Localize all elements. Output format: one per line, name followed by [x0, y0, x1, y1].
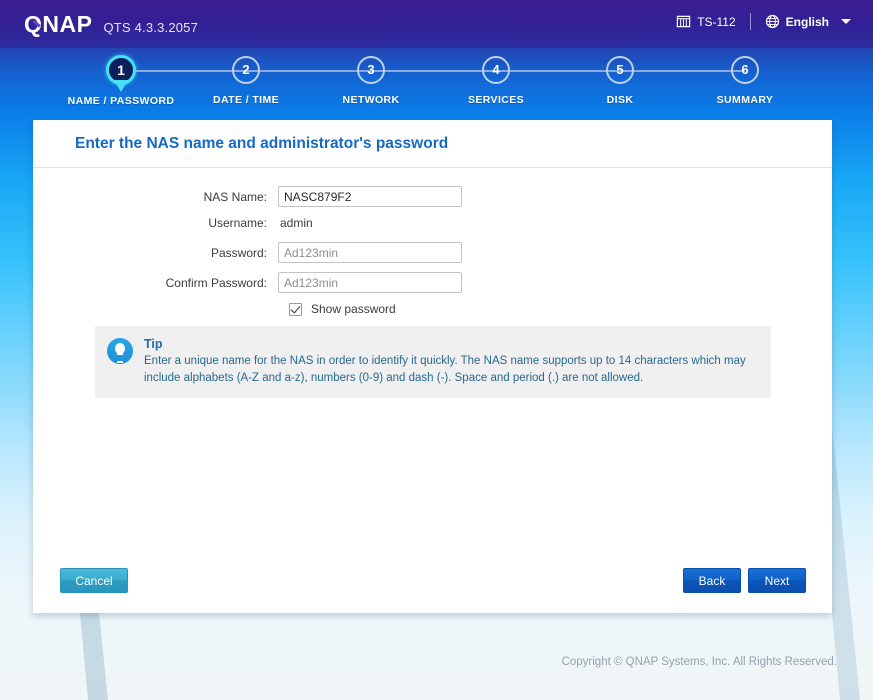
- next-button[interactable]: Next: [748, 568, 806, 593]
- header-right-controls: TS-112 English: [676, 13, 851, 30]
- confirm-password-input[interactable]: [278, 272, 462, 293]
- app-header: QNAP QTS 4.3.3.2057 TS-112 English: [0, 0, 873, 48]
- step-number-badge: 1: [106, 55, 136, 92]
- tip-callout: Tip Enter a unique name for the NAS in o…: [95, 326, 771, 399]
- show-password-label: Show password: [311, 302, 396, 316]
- step-label: SUMMARY: [716, 94, 774, 106]
- username-label: Username:: [208, 216, 267, 230]
- copyright-text: Copyright © QNAP Systems, Inc. All Right…: [561, 656, 837, 668]
- step-label: NETWORK: [342, 94, 400, 106]
- step-number-badge: 6: [731, 56, 759, 84]
- chevron-down-icon: [841, 19, 851, 24]
- qts-version-label: QTS 4.3.3.2057: [103, 20, 199, 35]
- header-divider: [749, 13, 751, 30]
- nas-model-indicator: TS-112: [676, 14, 736, 29]
- step-number-badge: 5: [606, 56, 634, 84]
- qnap-logo: QNAP: [24, 13, 92, 36]
- brand-area: QNAP QTS 4.3.3.2057: [24, 13, 198, 36]
- password-label: Password:: [210, 245, 267, 260]
- nas-name-row: NAS Name:: [33, 186, 832, 207]
- password-input[interactable]: [278, 242, 462, 263]
- step-number-badge: 2: [232, 56, 260, 84]
- username-value: admin: [280, 216, 313, 230]
- step-network[interactable]: 3 NETWORK: [306, 48, 436, 106]
- password-row: Password:: [33, 242, 832, 263]
- show-password-checkbox[interactable]: [289, 302, 302, 316]
- nav-button-group: Back Next: [683, 568, 806, 593]
- nas-name-label: NAS Name:: [203, 189, 267, 204]
- step-number-badge: 3: [357, 56, 385, 84]
- step-name-password[interactable]: 1 NAME / PASSWORD: [56, 48, 186, 107]
- setup-stepper: 1 NAME / PASSWORD 2 DATE / TIME 3 NETWOR…: [0, 48, 873, 120]
- globe-icon: [765, 14, 779, 29]
- step-label: DATE / TIME: [212, 94, 280, 106]
- language-label: English: [785, 14, 829, 29]
- back-button[interactable]: Back: [683, 568, 741, 593]
- step-summary[interactable]: 6 SUMMARY: [680, 48, 810, 106]
- step-label: NAME / PASSWORD: [67, 95, 175, 107]
- step-disk[interactable]: 5 DISK: [555, 48, 685, 106]
- nas-device-icon: [676, 15, 691, 28]
- step-label: DISK: [606, 94, 634, 106]
- language-selector[interactable]: English: [765, 14, 851, 29]
- step-number-badge: 4: [482, 56, 510, 84]
- step-services[interactable]: 4 SERVICES: [431, 48, 561, 106]
- wizard-panel: Enter the NAS name and administrator's p…: [33, 120, 832, 613]
- confirm-password-label: Confirm Password:: [165, 275, 267, 290]
- show-password-row[interactable]: Show password: [33, 302, 832, 316]
- step-date-time[interactable]: 2 DATE / TIME: [181, 48, 311, 106]
- lightbulb-icon: [107, 338, 133, 364]
- nas-model-label: TS-112: [697, 14, 736, 29]
- nas-name-input[interactable]: [278, 186, 462, 207]
- step-label: SERVICES: [467, 94, 525, 106]
- confirm-password-row: Confirm Password:: [33, 272, 832, 293]
- tip-heading: Tip: [144, 337, 163, 351]
- username-row: Username: admin: [33, 216, 832, 230]
- page-title: Enter the NAS name and administrator's p…: [33, 120, 832, 168]
- tip-body: Enter a unique name for the NAS in order…: [144, 355, 746, 384]
- setup-form: NAS Name: Username: admin Password: Conf…: [33, 168, 832, 316]
- cancel-button[interactable]: Cancel: [60, 568, 128, 593]
